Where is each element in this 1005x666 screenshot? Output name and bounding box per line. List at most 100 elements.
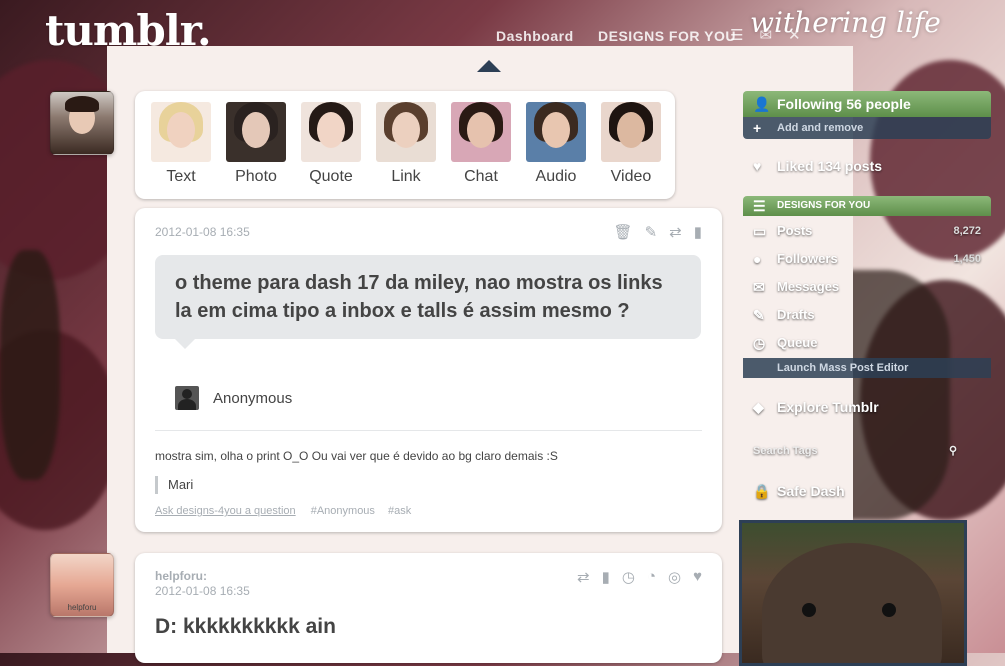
post-type-audio-thumb <box>526 102 586 162</box>
user-icon: 👤 <box>753 96 771 112</box>
sidebar-item-count: 1,450 <box>953 253 981 265</box>
sidebar-search-tags[interactable]: Search Tags ⚲ <box>743 441 967 461</box>
post-type-label: Photo <box>235 168 277 185</box>
radar-dog-photo <box>762 543 942 663</box>
post-author[interactable]: helpforu: <box>155 569 207 583</box>
post-type-bar: Text Photo Quote Link Chat Audio Video <box>135 91 675 199</box>
question-bubble: o theme para dash 17 da miley, nao mostr… <box>155 255 701 349</box>
post-type-link-thumb <box>376 102 436 162</box>
my-avatar[interactable] <box>50 91 114 155</box>
sidebar-launch-editor[interactable]: Launch Mass Post Editor <box>743 358 991 378</box>
draft-icon[interactable]: ◔ <box>647 568 656 586</box>
sidebar-item-messages[interactable]: ✉ Messages <box>743 273 991 301</box>
sidebar-explore[interactable]: ◆ Explore Tumblr <box>743 393 991 421</box>
reblog-icon[interactable]: ⇄ <box>577 568 590 586</box>
tag-ask[interactable]: #ask <box>388 505 411 517</box>
tag-anonymous[interactable]: #Anonymous <box>311 505 375 517</box>
blog-signature: withering life <box>750 6 941 39</box>
post-type-label: Chat <box>464 168 498 185</box>
sidebar-following-label: Following 56 people <box>777 96 911 112</box>
post-type-chat-thumb <box>451 102 511 162</box>
text-post: helpforu: 2012-01-08 16:35 ⇄ ▮ ◷ ◔ ◎ ♥ D… <box>135 553 722 663</box>
document-icon: ▭ <box>753 223 767 239</box>
sidebar-safe-dash[interactable]: 🔒 Safe Dash <box>743 476 991 506</box>
sidebar-liked-label: Liked 134 posts <box>777 158 883 174</box>
search-tags-label: Search Tags <box>753 445 818 457</box>
sidebar-blog-name: DESIGNS FOR YOU <box>777 200 871 211</box>
post-type-video-thumb <box>601 102 661 162</box>
sidebar-launch-label: Launch Mass Post Editor <box>777 362 909 374</box>
ask-question-link[interactable]: Ask designs-4you a question <box>155 505 296 517</box>
post-type-link[interactable]: Link <box>375 102 437 186</box>
helpforu-avatar[interactable]: helpforu <box>50 553 114 617</box>
post-controls: ⇄ ▮ ◷ ◔ ◎ ♥ <box>577 568 702 586</box>
tag-icon: ◆ <box>753 399 764 415</box>
post-type-quote[interactable]: Quote <box>300 102 362 186</box>
asker-name: Anonymous <box>213 389 293 407</box>
edit-icon[interactable]: ✎ <box>645 223 658 241</box>
nav-designs-for-you[interactable]: DESIGNS FOR YOU <box>598 28 736 44</box>
sidebar-item-label: Messages <box>777 279 840 294</box>
post-type-label: Quote <box>309 168 353 185</box>
nav-dashboard[interactable]: Dashboard <box>496 28 574 44</box>
followers-icon: ● <box>753 251 762 267</box>
post-type-quote-thumb <box>301 102 361 162</box>
lock-icon: 🔒 <box>753 483 771 499</box>
ask-post: 2012-01-08 16:35 🗑 ✎ ⇄ ▮ o theme para da… <box>135 208 722 532</box>
sidebar-item-label: Posts <box>777 223 813 238</box>
post-title: D: kkkkkkkkkk ain <box>155 615 336 638</box>
edit-icon[interactable]: ◎ <box>668 568 681 586</box>
sidebar-item-count: 8,272 <box>953 225 981 237</box>
sidebar-explore-label: Explore Tumblr <box>777 399 879 415</box>
post-date[interactable]: 2012-01-08 16:35 <box>155 584 250 598</box>
post-type-video[interactable]: Video <box>600 102 662 186</box>
sidebar-safe-label: Safe Dash <box>777 483 845 499</box>
post-type-photo[interactable]: Photo <box>225 102 287 186</box>
post-tags: Ask designs-4you a question #Anonymous #… <box>155 505 421 517</box>
sidebar-item-label: Queue <box>777 335 818 350</box>
post-type-text-thumb <box>151 102 211 162</box>
post-type-audio[interactable]: Audio <box>525 102 587 186</box>
reblog-icon[interactable]: ⇄ <box>669 223 682 241</box>
top-nav: Dashboard DESIGNS FOR YOU <box>496 28 756 44</box>
answer-signature: Mari <box>155 476 193 494</box>
bookmark-icon[interactable]: ▮ <box>602 568 610 586</box>
pencil-icon: ✎ <box>753 307 765 323</box>
bg-figure <box>0 250 60 480</box>
bookmark-icon[interactable]: ▮ <box>694 223 702 241</box>
top-bar: tumblr. Dashboard DESIGNS FOR YOU ☰ ✉ ✕ … <box>0 0 1005 55</box>
sidebar-item-drafts[interactable]: ✎ Drafts <box>743 301 991 329</box>
post-type-label: Audio <box>535 168 577 185</box>
answer-text: mostra sim, olha o print O_O Ou vai ver … <box>155 449 558 463</box>
clock-icon[interactable]: ◷ <box>622 568 635 586</box>
caret-up-icon <box>477 60 501 72</box>
anonymous-avatar-icon <box>175 386 199 410</box>
post-controls: 🗑 ✎ ⇄ ▮ <box>614 223 702 241</box>
sidebar-item-label: Drafts <box>777 307 815 322</box>
trash-icon[interactable]: 🗑 <box>614 223 633 241</box>
sidebar-item-queue[interactable]: ◷ Queue <box>743 329 991 357</box>
sidebar-add-remove[interactable]: + Add and remove <box>743 117 991 139</box>
list-icon: ☰ <box>753 198 766 214</box>
post-type-photo-thumb <box>226 102 286 162</box>
sidebar-item-followers[interactable]: ● Followers 1,450 <box>743 245 991 273</box>
post-type-label: Link <box>391 168 421 185</box>
divider <box>155 430 702 431</box>
search-icon[interactable]: ⚲ <box>949 441 957 461</box>
post-type-text[interactable]: Text <box>150 102 212 186</box>
sidebar-liked[interactable]: ♥ Liked 134 posts <box>743 153 991 179</box>
sidebar-item-posts[interactable]: ▭ Posts 8,272 <box>743 217 991 245</box>
clock-icon: ◷ <box>753 335 766 351</box>
avatar-label: helpforu <box>67 603 97 612</box>
sidebar-add-remove-label: Add and remove <box>777 122 864 134</box>
heart-icon[interactable]: ♥ <box>693 568 702 586</box>
sidebar-following[interactable]: 👤 Following 56 people <box>743 91 991 117</box>
home-icon[interactable]: ☰ <box>730 26 743 44</box>
post-type-label: Video <box>610 168 652 185</box>
radar-image[interactable] <box>739 520 967 666</box>
add-user-icon: + <box>753 120 762 136</box>
sidebar-blog-header[interactable]: ☰ DESIGNS FOR YOU <box>743 196 991 216</box>
post-date[interactable]: 2012-01-08 16:35 <box>155 225 250 239</box>
post-type-chat[interactable]: Chat <box>450 102 512 186</box>
mail-icon: ✉ <box>753 279 765 295</box>
